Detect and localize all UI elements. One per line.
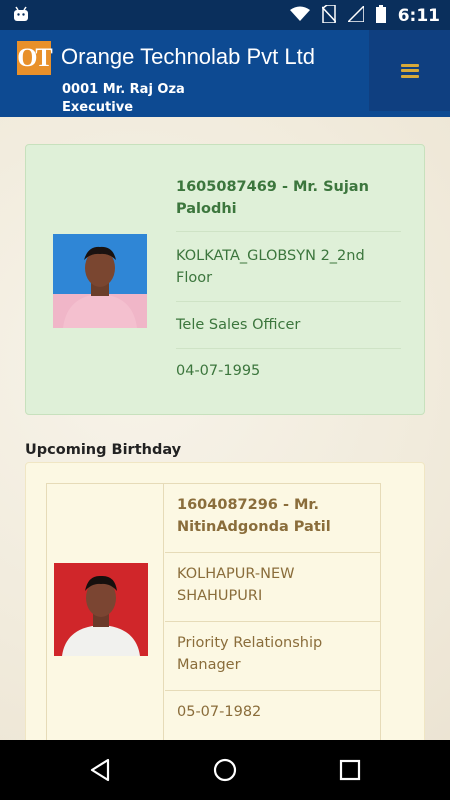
- employee-location: KOLHAPUR-NEW SHAHUPURI: [165, 553, 381, 622]
- no-sim-icon: [321, 4, 337, 27]
- user-id-name: 0001 Mr. Raj Oza: [62, 82, 185, 97]
- wifi-icon: [289, 6, 310, 26]
- company-logo: OT: [17, 41, 53, 75]
- employee-location: KOLKATA_GLOBSYN 2_2nd Floor: [176, 248, 365, 286]
- employee-designation: Priority Relationship Manager: [165, 622, 381, 691]
- hamburger-menu-icon: [400, 63, 419, 78]
- birthday-card-today[interactable]: 1605087469 - Mr. Sujan Palodhi KOLKATA_G…: [25, 144, 425, 415]
- recents-icon[interactable]: [335, 755, 365, 785]
- status-time: 6:11: [397, 6, 440, 26]
- divider: [176, 348, 401, 349]
- employee-photo: [53, 234, 147, 328]
- photo-cell: [47, 484, 164, 740]
- divider: [176, 301, 401, 302]
- employee-designation: Tele Sales Officer: [176, 317, 301, 333]
- back-icon[interactable]: [85, 755, 115, 785]
- user-role: Executive: [62, 100, 134, 115]
- android-icon: [12, 6, 30, 26]
- employee-dob: 04-07-1995: [176, 363, 261, 379]
- main-content[interactable]: 1605087469 - Mr. Sujan Palodhi KOLKATA_G…: [0, 117, 450, 740]
- logo-text: OT: [17, 43, 53, 72]
- employee-photo: [54, 563, 148, 656]
- employee-dob: 05-07-1982: [165, 691, 381, 740]
- status-bar: 6:11: [0, 0, 450, 30]
- signal-icon: [345, 4, 365, 26]
- divider: [176, 231, 401, 232]
- company-name: Orange Technolab Pvt Ltd: [61, 44, 315, 69]
- employee-id-name: 1605087469 - Mr. Sujan Palodhi: [176, 179, 369, 217]
- section-title-upcoming: Upcoming Birthday: [25, 442, 182, 458]
- home-icon[interactable]: [210, 755, 240, 785]
- birthday-card-upcoming[interactable]: 1604087296 - Mr. NitinAdgonda Patil KOLH…: [25, 462, 425, 740]
- battery-icon: [375, 5, 386, 27]
- app-header: OT Orange Technolab Pvt Ltd 0001 Mr. Raj…: [0, 30, 450, 117]
- menu-button[interactable]: [369, 30, 450, 111]
- navigation-bar: [0, 740, 450, 800]
- employee-id-name: 1604087296 - Mr. NitinAdgonda Patil: [165, 484, 381, 553]
- upcoming-details-table: 1604087296 - Mr. NitinAdgonda Patil KOLH…: [46, 483, 381, 740]
